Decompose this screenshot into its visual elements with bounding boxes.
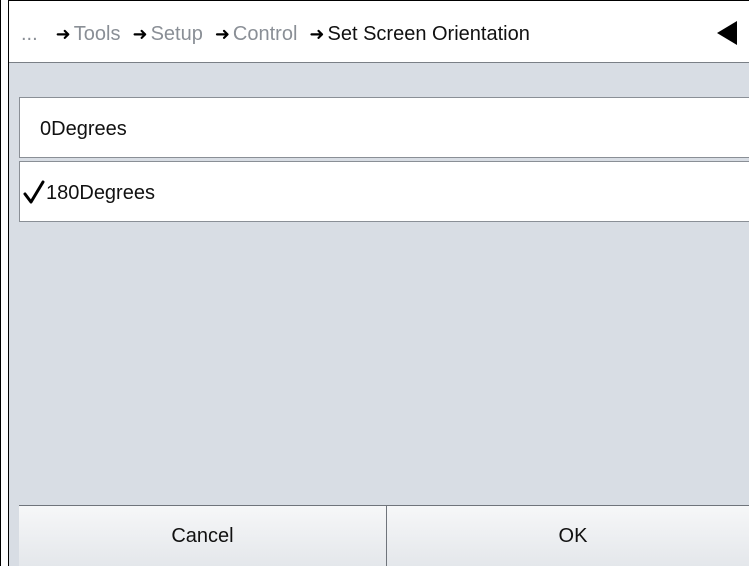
back-button[interactable] xyxy=(713,19,743,47)
breadcrumb-ellipsis[interactable]: ... xyxy=(21,23,38,46)
checkmark-icon xyxy=(23,180,45,204)
option-label: 0Degrees xyxy=(40,118,127,140)
breadcrumb-label: Tools xyxy=(73,23,121,45)
arrow-right-icon: ➜ xyxy=(55,24,71,44)
left-frame-border xyxy=(0,0,9,566)
breadcrumb-item-tools[interactable]: ➜ Tools xyxy=(56,23,121,46)
breadcrumb-item-current: ➜ Set Screen Orientation xyxy=(309,23,529,46)
option-180-degrees[interactable]: 180Degrees xyxy=(19,161,749,222)
breadcrumb-label: Setup xyxy=(150,23,203,45)
breadcrumb: ... ➜ Tools ➜ Setup ➜ Control ➜ Set Scre… xyxy=(21,23,542,46)
option-label: 180Degrees xyxy=(46,182,155,204)
footer-bar: Cancel OK xyxy=(19,505,749,566)
breadcrumb-item-setup[interactable]: ➜ Setup xyxy=(132,23,202,46)
breadcrumb-label: Control xyxy=(232,23,298,45)
cancel-button[interactable]: Cancel xyxy=(19,506,387,566)
breadcrumb-item-control[interactable]: ➜ Control xyxy=(215,23,298,46)
breadcrumb-label: Set Screen Orientation xyxy=(327,23,530,45)
option-0-degrees[interactable]: 0Degrees xyxy=(19,97,749,158)
arrow-right-icon: ➜ xyxy=(309,24,325,44)
screen: ... ➜ Tools ➜ Setup ➜ Control ➜ Set Scre… xyxy=(0,0,749,566)
header-bar: ... ➜ Tools ➜ Setup ➜ Control ➜ Set Scre… xyxy=(9,0,749,63)
arrow-right-icon: ➜ xyxy=(132,24,148,44)
ok-button[interactable]: OK xyxy=(387,506,749,566)
orientation-option-list: 0Degrees 180Degrees xyxy=(19,97,749,225)
triangle-left-icon xyxy=(717,21,737,45)
arrow-right-icon: ➜ xyxy=(214,24,230,44)
